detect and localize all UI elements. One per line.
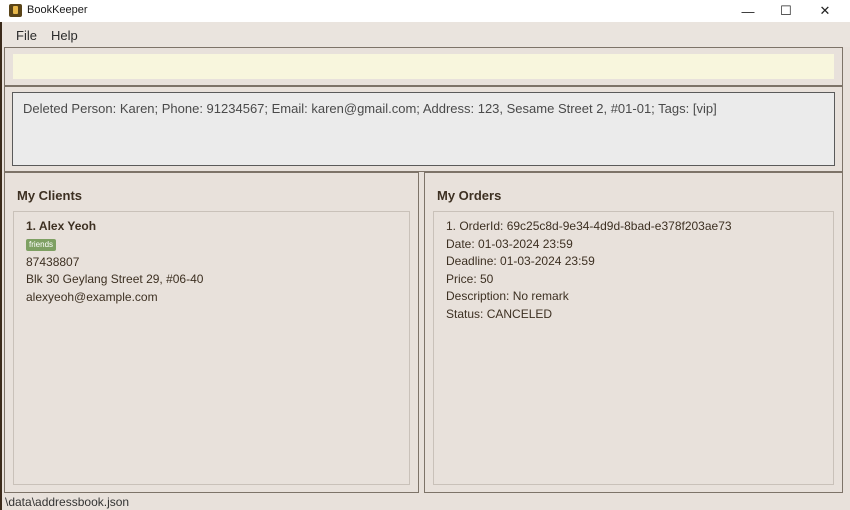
order-price: Price: 50 — [446, 271, 494, 286]
close-button[interactable]: ✕ — [805, 0, 845, 22]
menu-help[interactable]: Help — [51, 28, 78, 43]
client-phone: 87438807 — [26, 254, 80, 269]
result-text: Deleted Person: Karen; Phone: 91234567; … — [23, 101, 717, 116]
client-list[interactable]: 1. Alex Yeoh friends 87438807 Blk 30 Gey… — [13, 211, 410, 485]
maximize-button[interactable]: ☐ — [766, 0, 806, 22]
status-bar-path: \data\addressbook.json — [5, 495, 130, 509]
order-list[interactable]: 1. OrderId: 69c25c8d-9e34-4d9d-8bad-e378… — [433, 211, 834, 485]
orders-title: My Orders — [437, 188, 502, 203]
client-card[interactable]: 1. Alex Yeoh friends 87438807 Blk 30 Gey… — [26, 218, 203, 306]
minimize-button[interactable]: — — [728, 0, 768, 22]
window-left-edge — [0, 22, 2, 510]
clients-panel: My Clients 1. Alex Yeoh friends 87438807… — [4, 172, 419, 493]
order-date: Date: 01-03-2024 23:59 — [446, 236, 573, 251]
command-box — [4, 47, 843, 86]
client-tag: friends — [26, 238, 57, 251]
order-description: Description: No remark — [446, 289, 569, 304]
order-status: Status: CANCELED — [446, 306, 553, 321]
menu-file[interactable]: File — [16, 28, 37, 43]
minimize-icon: — — [741, 3, 755, 19]
clients-title: My Clients — [17, 188, 83, 203]
command-input[interactable] — [13, 54, 834, 79]
client-name: 1. Alex Yeoh — [26, 219, 97, 233]
order-id: 1. OrderId: 69c25c8d-9e34-4d9d-8bad-e378… — [446, 219, 732, 233]
maximize-icon: ☐ — [780, 3, 792, 18]
client-address: Blk 30 Geylang Street 29, #06-40 — [26, 272, 204, 287]
title-bar: BookKeeper — ☐ ✕ — [0, 0, 850, 22]
close-icon: ✕ — [819, 3, 831, 18]
menu-bar: File Help — [0, 22, 850, 47]
app-icon — [9, 4, 22, 17]
order-card[interactable]: 1. OrderId: 69c25c8d-9e34-4d9d-8bad-e378… — [446, 218, 732, 324]
result-display-container: Deleted Person: Karen; Phone: 91234567; … — [4, 86, 843, 172]
client-email: alexyeoh@example.com — [26, 289, 158, 304]
order-deadline: Deadline: 01-03-2024 23:59 — [446, 254, 595, 269]
result-display[interactable]: Deleted Person: Karen; Phone: 91234567; … — [12, 92, 835, 166]
window-title: BookKeeper — [27, 4, 88, 16]
orders-panel: My Orders 1. OrderId: 69c25c8d-9e34-4d9d… — [424, 172, 843, 493]
